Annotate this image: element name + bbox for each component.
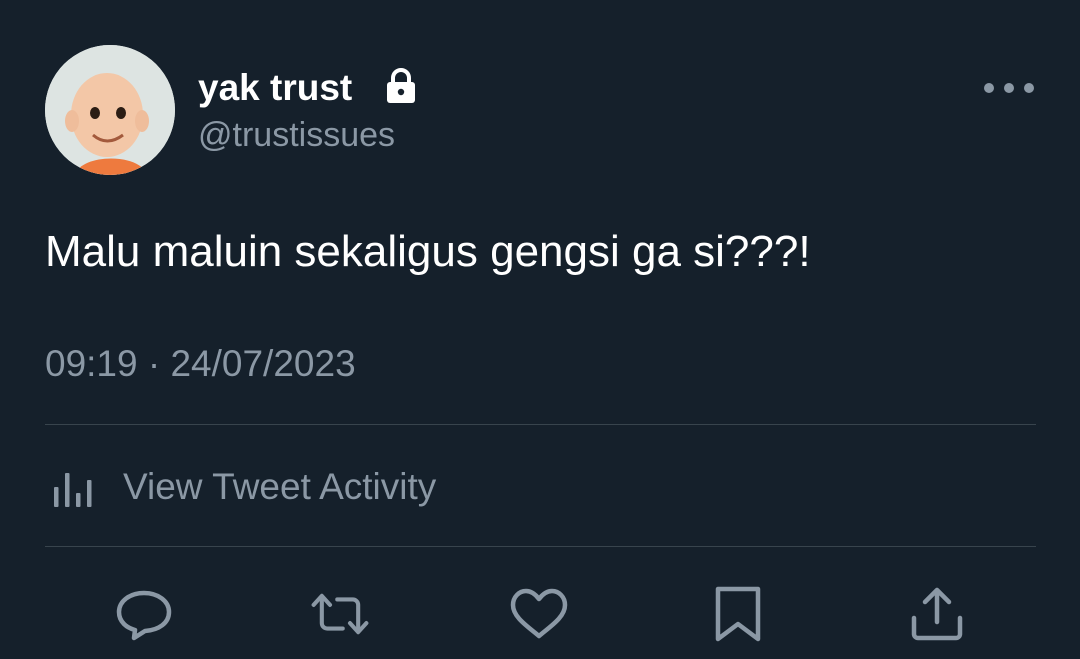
divider bbox=[45, 546, 1036, 547]
view-tweet-activity-link[interactable]: View Tweet Activity bbox=[45, 458, 436, 516]
reply-button[interactable] bbox=[114, 584, 174, 644]
display-name[interactable]: yak trust bbox=[198, 66, 352, 110]
user-handle[interactable]: @trustissues bbox=[198, 114, 395, 156]
avatar[interactable] bbox=[45, 45, 175, 175]
bar-chart-icon bbox=[54, 473, 92, 507]
tweet-timestamp[interactable]: 09:19 · 24/07/2023 bbox=[45, 340, 356, 388]
bookmark-button[interactable] bbox=[708, 584, 768, 644]
more-options-icon[interactable] bbox=[980, 76, 1038, 100]
divider bbox=[45, 424, 1036, 425]
lock-icon bbox=[387, 68, 415, 103]
retweet-button[interactable] bbox=[310, 584, 370, 644]
view-tweet-activity-label: View Tweet Activity bbox=[123, 466, 437, 507]
reply-icon bbox=[116, 590, 172, 641]
share-button[interactable] bbox=[907, 584, 967, 644]
retweet-icon bbox=[311, 593, 369, 635]
share-icon bbox=[911, 587, 963, 641]
heart-icon bbox=[510, 588, 568, 639]
tweet-text: Malu maluin sekaligus gengsi ga si???! bbox=[45, 227, 811, 276]
like-button[interactable] bbox=[509, 584, 569, 644]
avatar-image bbox=[45, 45, 175, 175]
bookmark-icon bbox=[715, 586, 761, 642]
